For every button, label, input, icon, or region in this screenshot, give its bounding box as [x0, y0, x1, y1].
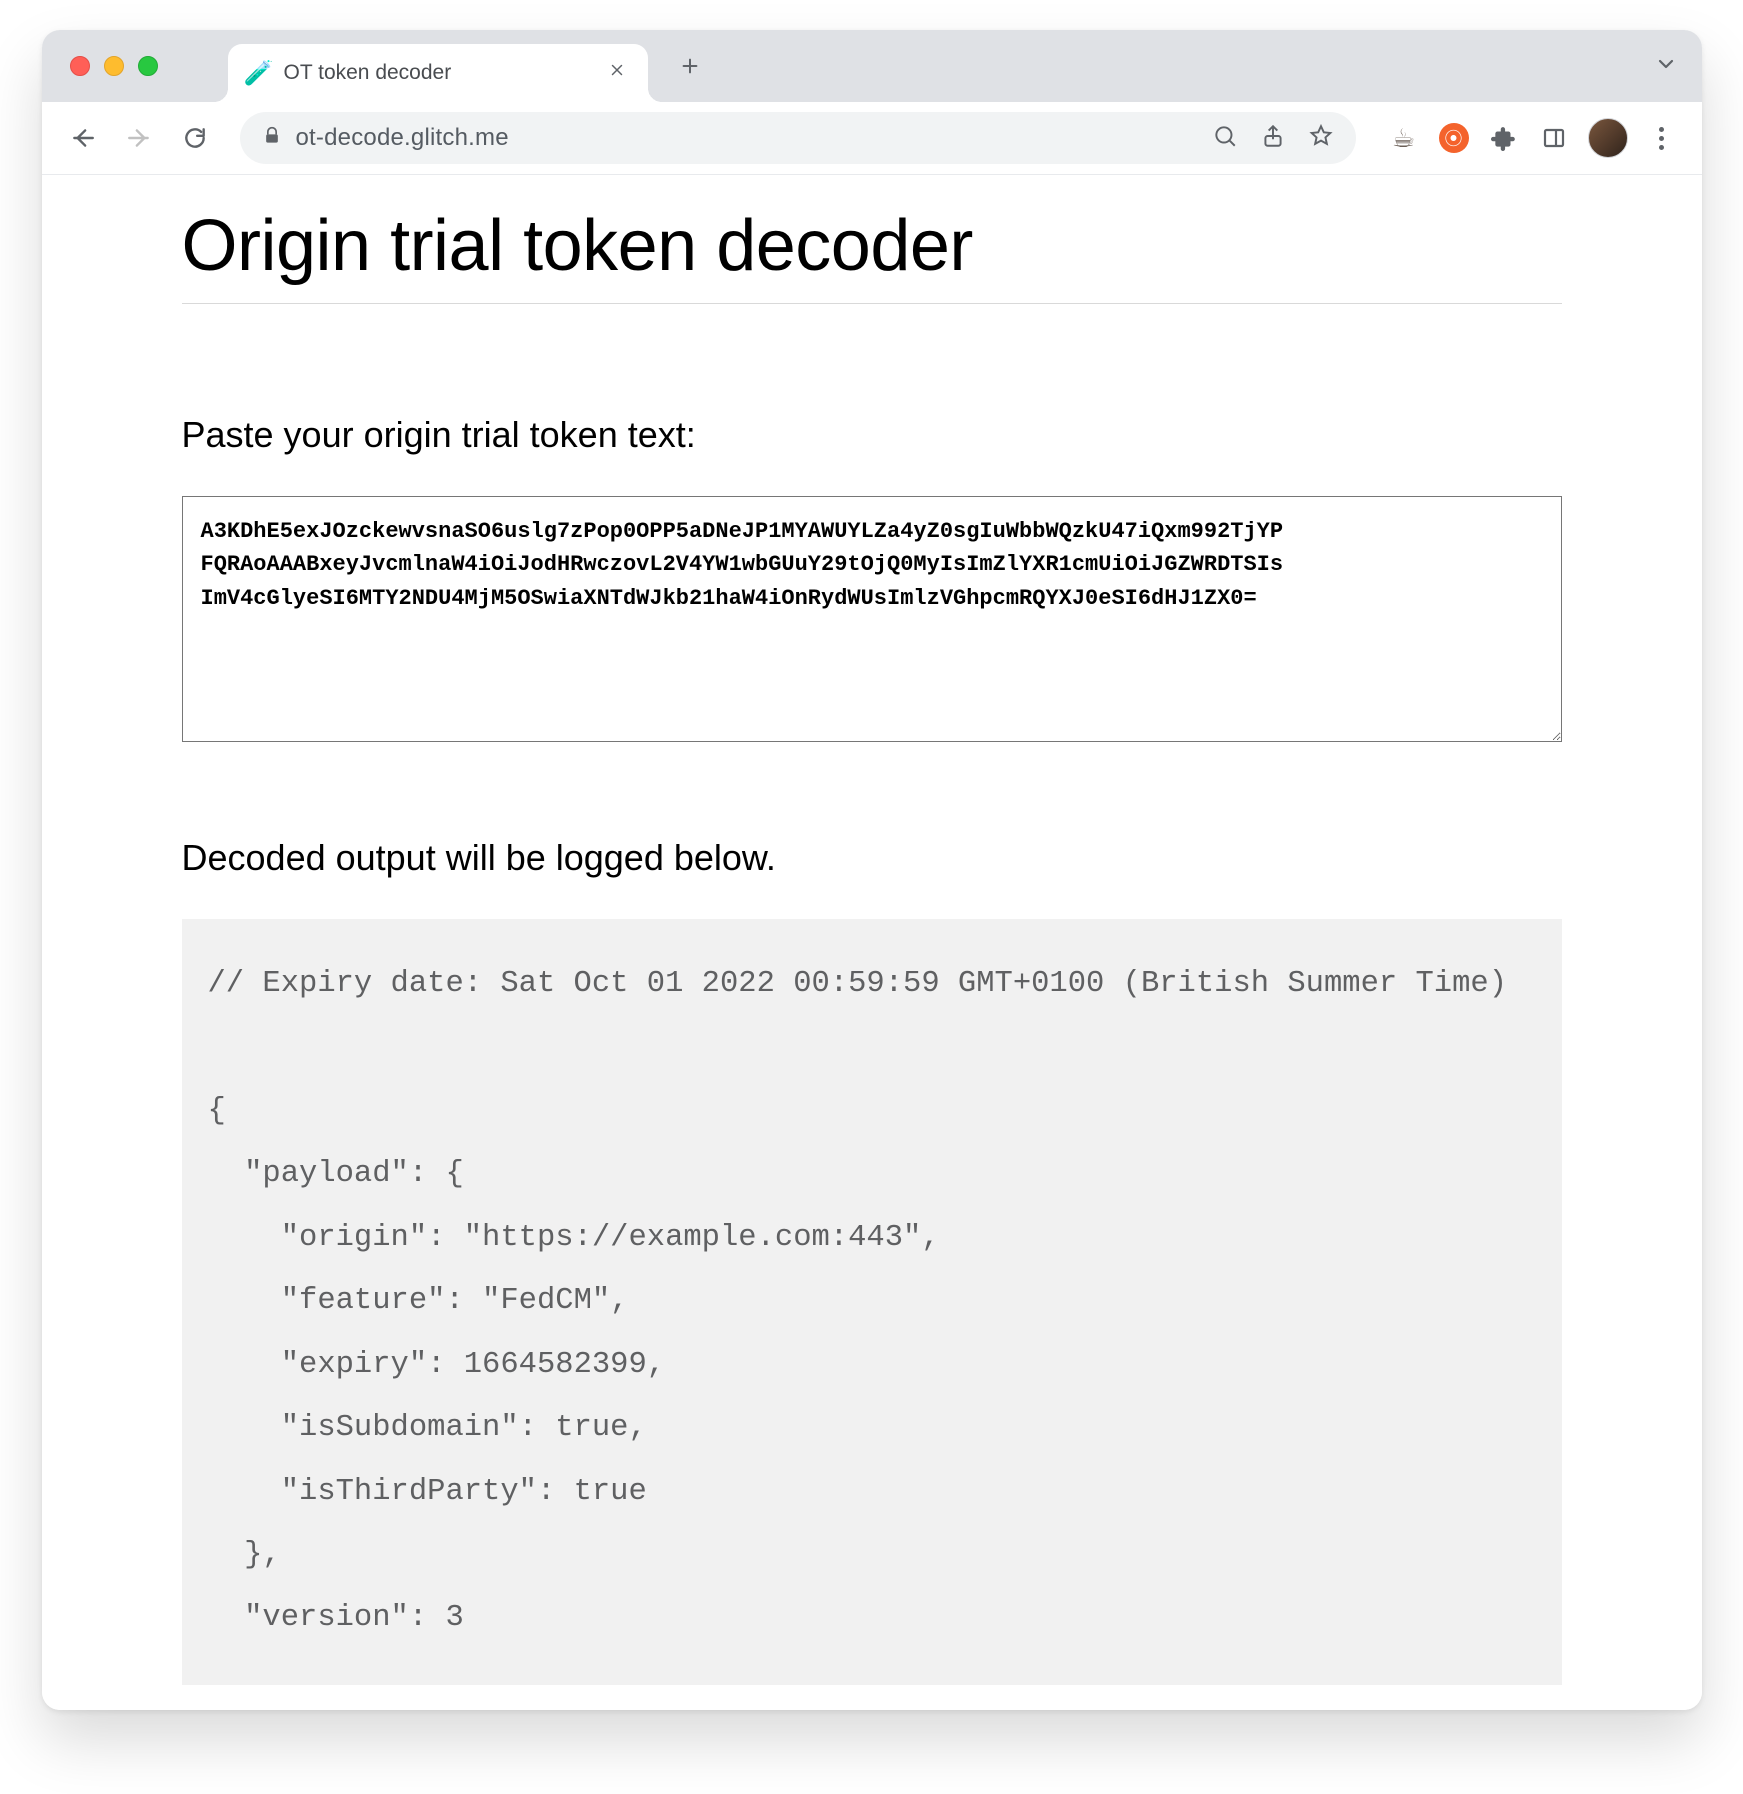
test-tube-icon: 🧪	[246, 60, 272, 86]
back-button[interactable]	[62, 117, 104, 159]
paste-label: Paste your origin trial token text:	[182, 414, 1562, 456]
extensions-puzzle-icon[interactable]	[1488, 122, 1520, 154]
browser-menu-button[interactable]	[1646, 122, 1678, 154]
window-zoom-button[interactable]	[138, 56, 158, 76]
window-close-button[interactable]	[70, 56, 90, 76]
bookmark-star-icon[interactable]	[1308, 123, 1334, 154]
page-viewport: Origin trial token decoder Paste your or…	[42, 175, 1702, 1710]
window-controls	[70, 56, 158, 76]
search-icon[interactable]	[1212, 123, 1238, 154]
tabs-overflow-button[interactable]	[1654, 52, 1678, 81]
title-divider	[182, 303, 1562, 304]
address-bar[interactable]: ot-decode.glitch.me	[240, 112, 1356, 164]
reload-button[interactable]	[174, 117, 216, 159]
url-text: ot-decode.glitch.me	[296, 124, 509, 152]
extensions-area: ☕︎ ⦿	[1388, 118, 1678, 158]
tab-strip: 🧪 OT token decoder	[42, 30, 1702, 102]
side-panel-icon[interactable]	[1538, 122, 1570, 154]
close-tab-button[interactable]	[604, 57, 630, 89]
page-title: Origin trial token decoder	[182, 205, 1562, 287]
window-minimize-button[interactable]	[104, 56, 124, 76]
forward-button[interactable]	[118, 117, 160, 159]
new-tab-button[interactable]	[668, 44, 712, 88]
browser-tab[interactable]: 🧪 OT token decoder	[228, 44, 648, 102]
coffee-icon[interactable]: ☕︎	[1388, 122, 1420, 154]
lock-icon	[262, 126, 282, 151]
browser-window: 🧪 OT token decoder ot-decode.glit	[42, 30, 1702, 1710]
share-icon[interactable]	[1260, 123, 1286, 154]
profile-avatar[interactable]	[1588, 118, 1628, 158]
tab-title: OT token decoder	[284, 61, 592, 85]
omnibox-actions	[1212, 123, 1334, 154]
token-input[interactable]	[182, 496, 1562, 742]
orange-extension-icon[interactable]: ⦿	[1438, 122, 1470, 154]
decoded-output: // Expiry date: Sat Oct 01 2022 00:59:59…	[182, 919, 1562, 1685]
decoded-label: Decoded output will be logged below.	[182, 837, 1562, 879]
toolbar: ot-decode.glitch.me ☕︎ ⦿	[42, 102, 1702, 175]
